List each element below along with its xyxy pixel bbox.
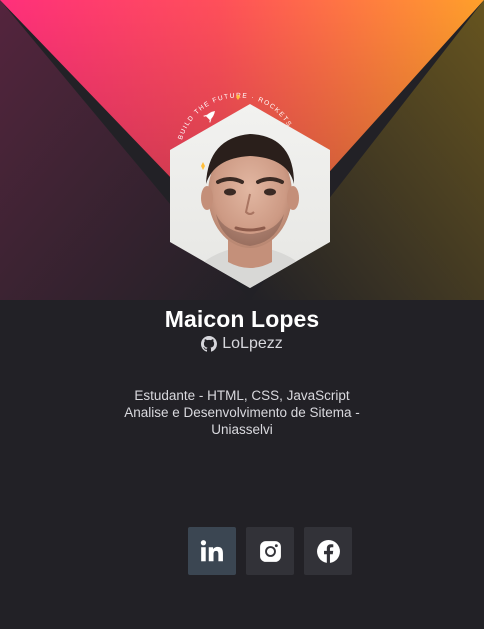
github-icon (201, 336, 218, 352)
bio-line: Analise e Desenvolvimento de Sitema - (124, 405, 360, 420)
instagram-icon (259, 540, 281, 562)
instagram-button[interactable] (246, 527, 294, 575)
facebook-button[interactable] (304, 527, 352, 575)
github-username: LoLpezz (222, 335, 283, 352)
profile-name: Maicon Lopes (164, 306, 320, 332)
linkedin-icon (200, 540, 223, 562)
profile-page: BUILD THE FUTURE · ROCKETSEAT Maicon Lop… (0, 0, 484, 629)
github-link[interactable]: LoLpezz (0, 335, 484, 353)
avatar: BUILD THE FUTURE · ROCKETSEAT (166, 86, 334, 296)
bio: Estudante - HTML, CSS, JavaScript Analis… (110, 387, 374, 438)
linkedin-button[interactable] (188, 527, 236, 575)
social-links (188, 527, 352, 575)
bio-line: Uniasselvi (211, 422, 273, 437)
facebook-icon (316, 539, 340, 563)
bio-line: Estudante - HTML, CSS, JavaScript (134, 388, 350, 403)
